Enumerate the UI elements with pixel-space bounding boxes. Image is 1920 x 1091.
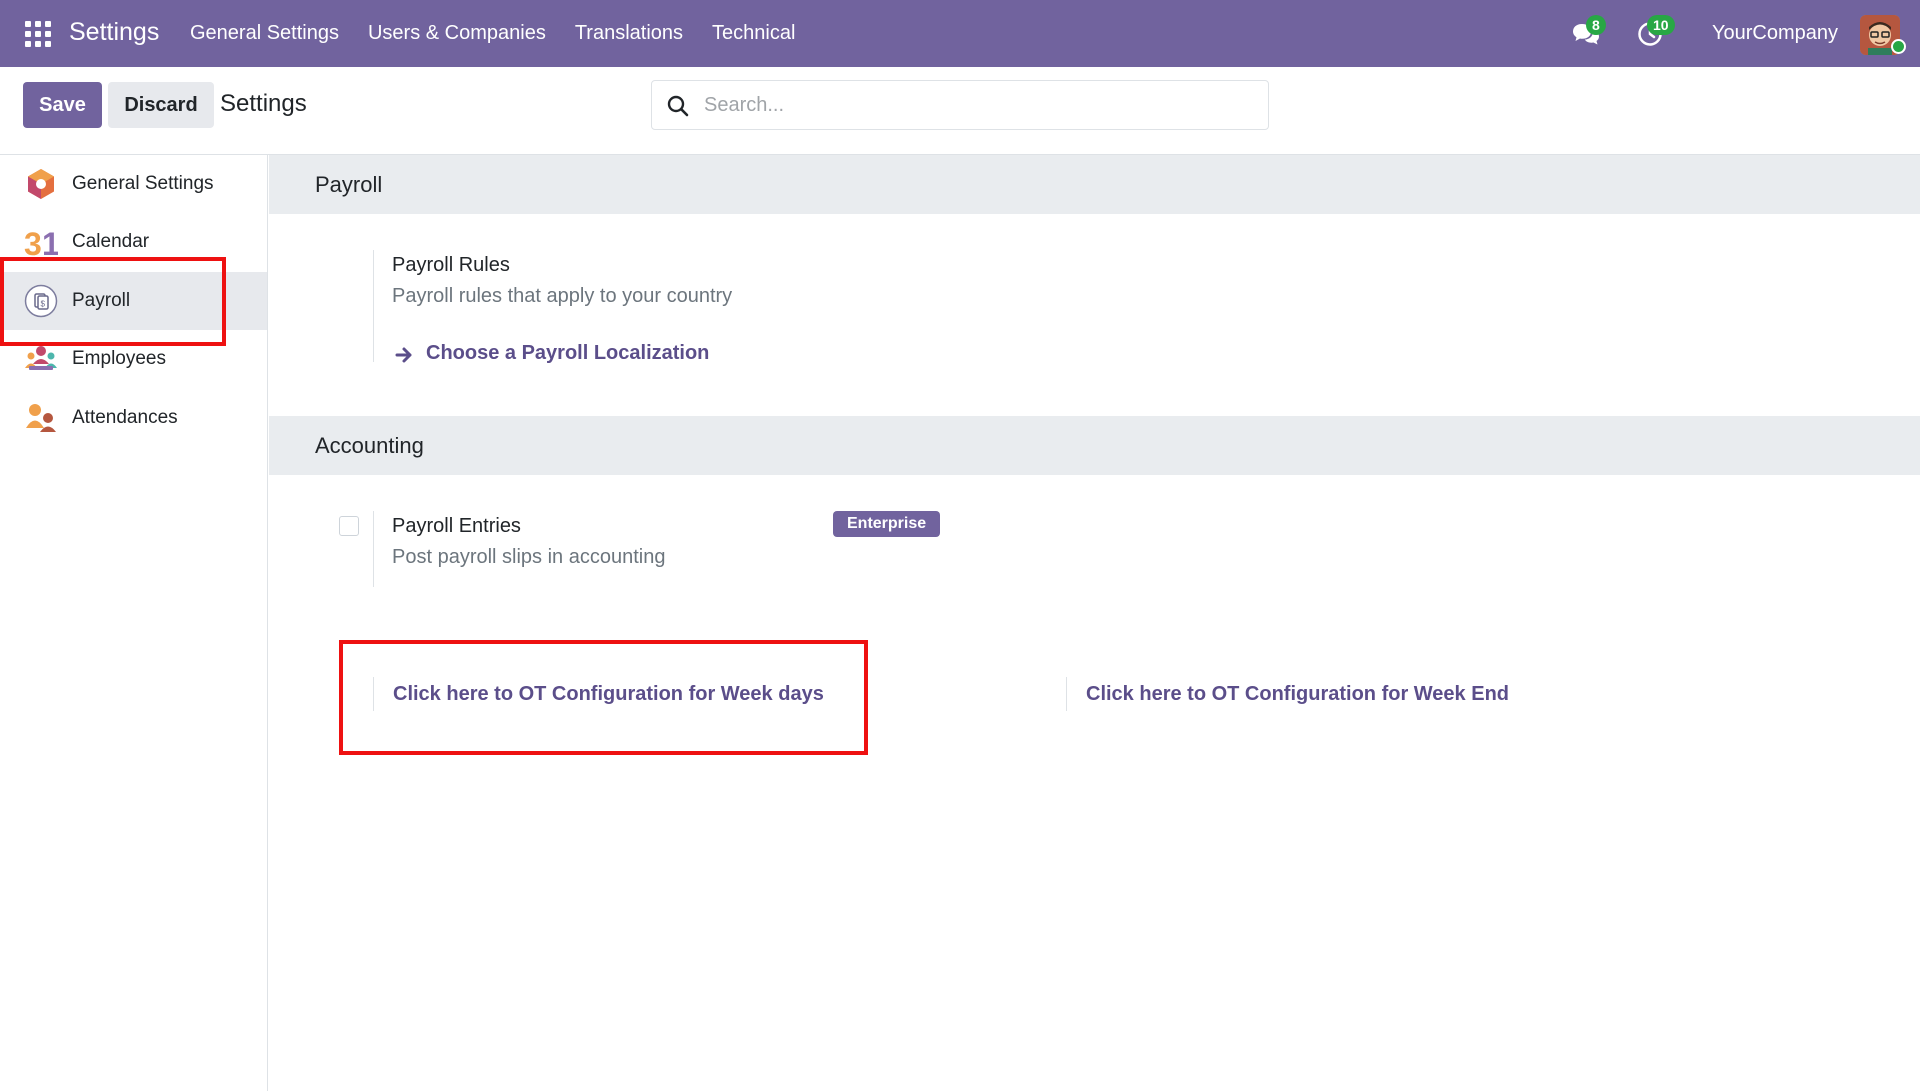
payroll-icon: $ [24,284,58,318]
sidebar-item-calendar[interactable]: 3 1 Calendar [0,213,267,271]
sidebar-item-payroll[interactable]: $ Payroll [0,272,267,330]
employees-icon [25,346,57,370]
sidebar-item-employees[interactable]: Employees [0,330,267,388]
setting-divider [373,250,374,362]
search-input[interactable] [704,89,1254,121]
enterprise-badge[interactable]: Enterprise [833,511,941,537]
section-title: Payroll [315,172,383,197]
sidebar-item-attendances[interactable]: Attendances [0,389,267,447]
general-settings-icon [28,169,54,199]
menu-general-settings[interactable]: General Settings [190,22,339,45]
apps-menu-icon[interactable] [25,21,51,47]
payroll-entries-checkbox[interactable] [339,516,359,536]
settings-content: Payroll Payroll Rules Payroll rules that… [269,155,1920,1091]
ot-config-weekdays-link[interactable]: Click here to OT Configuration for Week … [393,683,824,706]
payroll-entries-description: Post payroll slips in accounting [392,546,666,568]
section-title: Accounting [315,433,424,458]
svg-text:1: 1 [42,226,58,259]
section-header-payroll: Payroll [269,155,1920,214]
arrow-right-icon [395,347,412,363]
svg-text:3: 3 [24,226,42,259]
menu-technical[interactable]: Technical [712,22,795,45]
menu-translations[interactable]: Translations [575,22,683,45]
top-navbar: Settings General Settings Users & Compan… [0,0,1920,67]
app-brand[interactable]: Settings [69,18,159,47]
search-icon [667,95,689,117]
activities-count-badge: 10 [1647,15,1675,35]
control-panel: Save Discard Settings [0,67,1920,155]
setting-divider [373,511,374,587]
sidebar-item-label: General Settings [72,173,214,194]
sidebar-item-label: Attendances [72,407,178,428]
page-title: Settings [220,90,307,117]
sidebar-item-general-settings[interactable]: General Settings [0,155,267,213]
search-box[interactable] [651,80,1269,130]
sidebar-item-label: Payroll [72,290,131,311]
ot-config-weekend-link[interactable]: Click here to OT Configuration for Week … [1086,683,1509,706]
user-online-status-icon [1891,39,1906,54]
calendar-icon: 3 1 [24,226,58,259]
menu-users-companies[interactable]: Users & Companies [368,22,546,45]
sidebar-item-label: Employees [72,348,166,369]
setting-divider [373,677,374,711]
top-menu: General Settings Users & Companies Trans… [190,22,795,45]
settings-sidebar: General Settings 3 1 Calendar $ Payroll … [0,155,268,1091]
setting-divider [1066,677,1067,711]
payroll-rules-description: Payroll rules that apply to your country [392,285,733,307]
choose-payroll-localization-link[interactable]: Choose a Payroll Localization [426,342,709,365]
attendances-icon [26,404,56,432]
payroll-entries-title: Payroll Entries [392,515,521,537]
section-header-accounting: Accounting [269,416,1920,475]
discard-button[interactable]: Discard [108,82,214,128]
save-button[interactable]: Save [23,82,102,128]
svg-text:$: $ [41,300,46,309]
sidebar-item-label: Calendar [72,231,150,252]
company-switcher[interactable]: YourCompany [1712,22,1838,45]
messages-count-badge: 8 [1586,15,1606,35]
payroll-rules-title: Payroll Rules [392,254,510,276]
